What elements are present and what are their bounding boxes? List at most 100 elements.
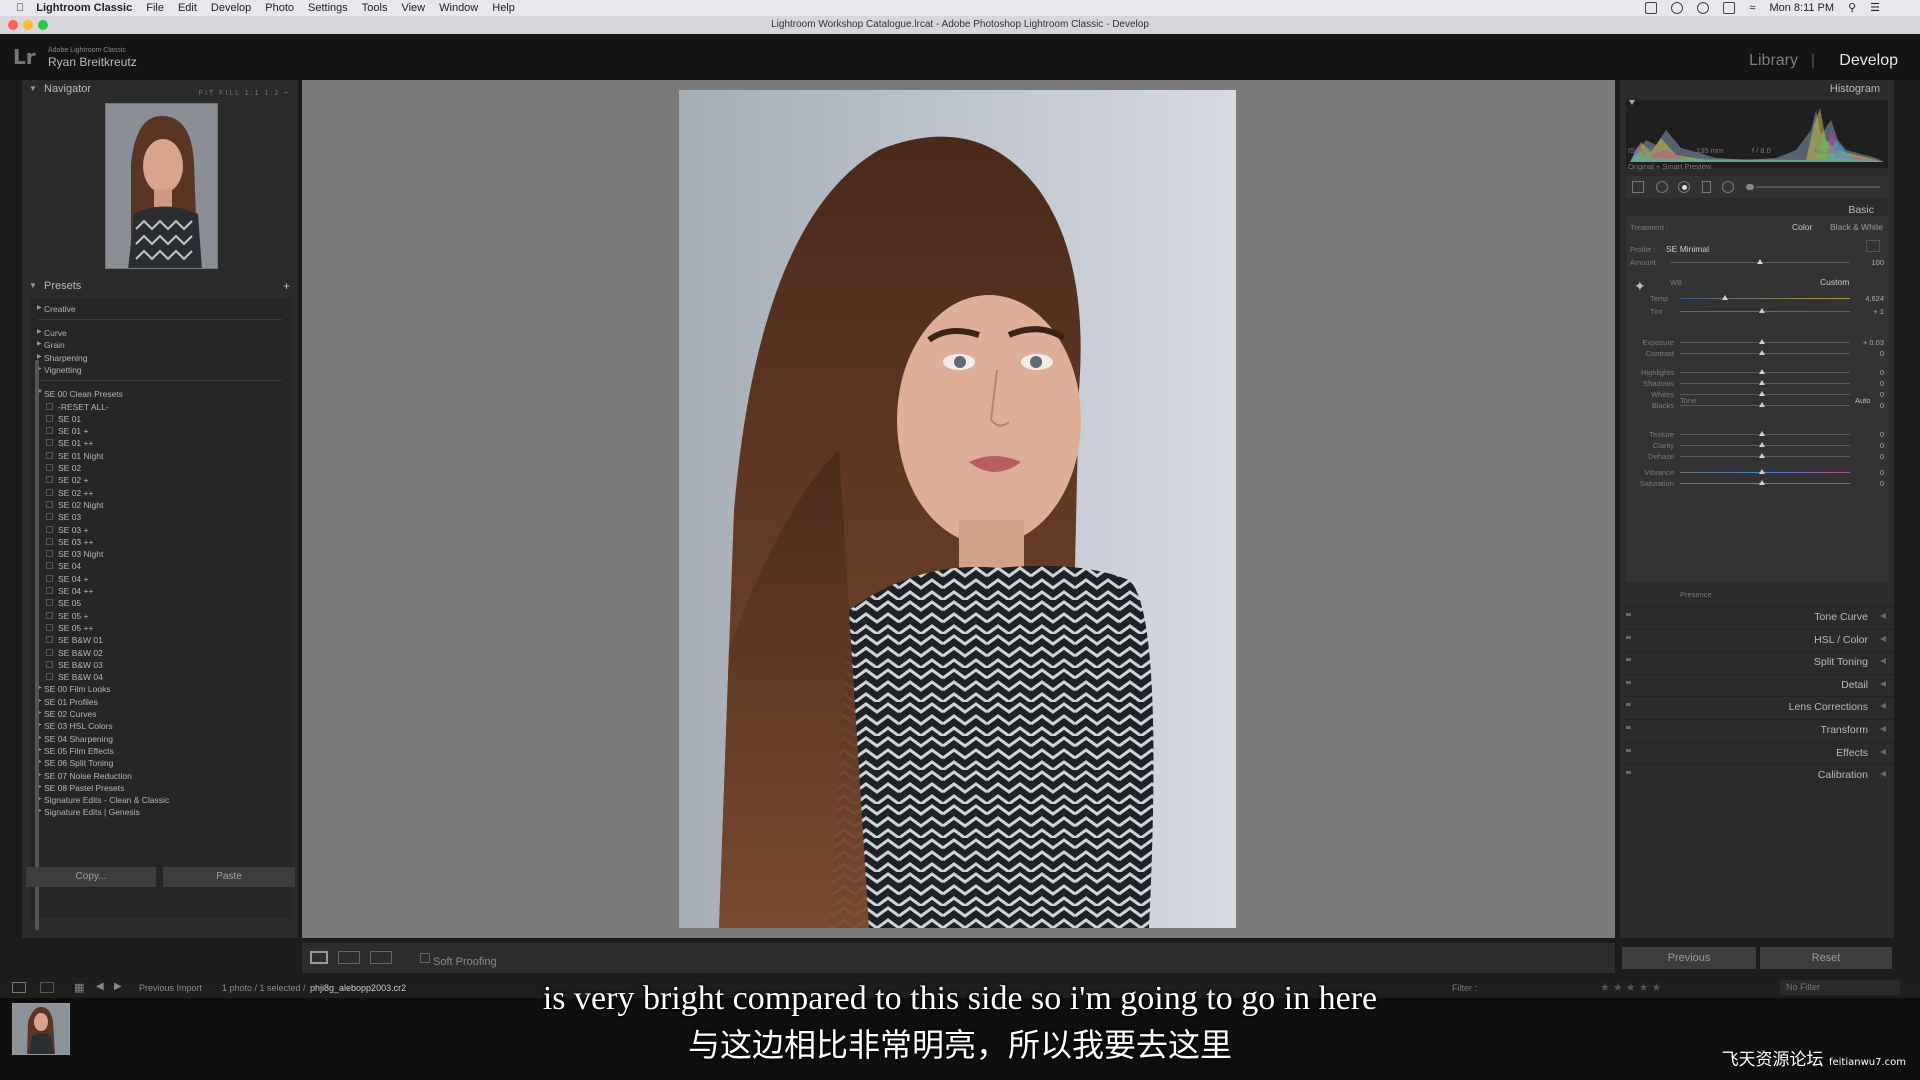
image-canvas[interactable] (302, 80, 1615, 938)
collapsed-icon[interactable]: ▶ (37, 328, 42, 335)
preset-item[interactable]: SE 05 ++ (46, 623, 93, 633)
vibrance-slider-knob[interactable] (1759, 469, 1765, 474)
preset-group[interactable]: ▶ SE 04 Sharpening (37, 734, 113, 744)
preset-item[interactable]: SE 04 (46, 561, 81, 571)
preset-group[interactable]: ▶ SE 03 HSL Colors (37, 721, 113, 731)
wb-select[interactable]: Custom (1820, 277, 1849, 287)
preset-item[interactable]: SE 02 + (46, 475, 88, 485)
blacks-slider[interactable] (1680, 405, 1850, 406)
panel-header[interactable]: Split Toning ◀ (1620, 651, 1894, 671)
exposure-slider[interactable] (1680, 342, 1850, 343)
brush-icon[interactable] (1746, 184, 1754, 190)
previous-button[interactable]: Previous (1622, 947, 1756, 969)
texture-slider[interactable] (1680, 434, 1850, 435)
search-icon[interactable]: ⚲ (1848, 1, 1856, 14)
collapsed-icon[interactable]: ▶ (37, 304, 42, 311)
menu-develop[interactable]: Develop (211, 2, 251, 14)
blacks-slider-knob[interactable] (1759, 402, 1765, 407)
dehaze-slider-knob[interactable] (1759, 453, 1765, 458)
texture-slider-knob[interactable] (1759, 431, 1765, 436)
temp-slider[interactable] (1680, 298, 1850, 299)
preset-item[interactable]: SE B&W 02 (46, 648, 103, 658)
panel-toggle-icon[interactable] (1626, 771, 1631, 775)
collapsed-icon[interactable]: ▶ (37, 353, 42, 360)
preset-item[interactable]: SE 03 Night (46, 549, 103, 559)
preset-item[interactable]: SE B&W 03 (46, 660, 103, 670)
contrast-slider-knob[interactable] (1759, 350, 1765, 355)
contrast-slider[interactable] (1680, 353, 1850, 354)
panel-toggle-icon[interactable] (1626, 635, 1631, 639)
preset-group[interactable]: ▶ SE 00 Film Looks (37, 684, 111, 694)
whites-slider[interactable] (1680, 394, 1850, 395)
before-after-icon[interactable] (370, 951, 392, 964)
menu-file[interactable]: File (146, 2, 164, 14)
main-photo[interactable] (679, 90, 1236, 928)
tint-slider-knob[interactable] (1759, 308, 1765, 313)
amount-value[interactable]: 100 (1871, 258, 1884, 267)
whites-value[interactable]: 0 (1880, 390, 1884, 399)
collapse-icon[interactable]: ▼ (29, 80, 37, 98)
preset-group[interactable]: ▶ Grain (37, 340, 65, 350)
crop-icon[interactable] (1632, 181, 1644, 193)
temp-slider-knob[interactable] (1722, 295, 1728, 300)
preset-item[interactable]: SE 01 ++ (46, 438, 93, 448)
shadows-value[interactable]: 0 (1880, 379, 1884, 388)
tool-slider[interactable] (1756, 186, 1880, 188)
highlights-value[interactable]: 0 (1880, 368, 1884, 377)
wb-eyedropper-icon[interactable]: ✦ (1634, 278, 1646, 295)
panel-toggle-icon[interactable] (1626, 703, 1631, 707)
menu-list-icon[interactable]: ☰ (1870, 1, 1880, 14)
basic-panel-title[interactable]: Basic (1848, 204, 1874, 216)
clarity-slider[interactable] (1680, 445, 1850, 446)
preset-item[interactable]: SE 02 Night (46, 500, 103, 510)
menu-settings[interactable]: Settings (308, 2, 348, 14)
panel-toggle-icon[interactable] (1626, 658, 1631, 662)
preset-group[interactable]: ▶ SE 06 Split Toning (37, 758, 113, 768)
preset-group[interactable]: ▶ Vignetting (37, 365, 82, 375)
preset-item[interactable]: SE 04 ++ (46, 586, 93, 596)
amount-slider-knob[interactable] (1757, 259, 1763, 264)
paste-settings-button[interactable]: Paste (163, 867, 295, 887)
apple-icon[interactable]:  (16, 2, 24, 14)
reset-button[interactable]: Reset (1760, 947, 1892, 969)
loupe-view-icon[interactable] (310, 951, 328, 964)
preset-item[interactable]: SE 02 (46, 463, 81, 473)
minimize-icon[interactable] (23, 20, 33, 30)
tint-slider[interactable] (1680, 311, 1850, 312)
shadows-slider-knob[interactable] (1759, 380, 1765, 385)
panel-header[interactable]: Tone Curve ◀ (1620, 606, 1894, 626)
highlights-slider-knob[interactable] (1759, 369, 1765, 374)
treatment-bw[interactable]: Black & White (1830, 222, 1883, 232)
saturation-value[interactable]: 0 (1880, 479, 1884, 488)
dehaze-slider[interactable] (1680, 456, 1850, 457)
panel-header[interactable]: Calibration ◀ (1620, 764, 1894, 784)
panel-toggle-icon[interactable] (1626, 613, 1631, 616)
shadows-slider[interactable] (1680, 383, 1850, 384)
preset-item[interactable]: SE 02 ++ (46, 488, 93, 498)
menu-app-name[interactable]: Lightroom Classic (36, 2, 132, 14)
panel-header[interactable]: Transform ◀ (1620, 719, 1894, 739)
spot-removal-icon[interactable] (1656, 181, 1668, 193)
preset-group[interactable]: ▶ Sharpening (37, 353, 87, 363)
menu-edit[interactable]: Edit (178, 2, 197, 14)
navigator-header[interactable]: ▼ Navigator FIT FILL 1:1 1:2 ÷ (22, 80, 298, 98)
menu-help[interactable]: Help (492, 2, 515, 14)
preset-group[interactable]: ▶ Signature Edits - Clean & Classic (37, 795, 169, 805)
vibrance-slider[interactable] (1680, 472, 1850, 473)
clarity-value[interactable]: 0 (1880, 441, 1884, 450)
preset-item[interactable]: SE 05 + (46, 611, 88, 621)
panel-header[interactable]: Lens Corrections ◀ (1620, 696, 1894, 716)
preset-item[interactable]: SE 04 + (46, 574, 88, 584)
menu-window[interactable]: Window (439, 2, 478, 14)
menu-photo[interactable]: Photo (265, 2, 294, 14)
preset-item[interactable]: SE 03 ++ (46, 537, 93, 547)
module-library[interactable]: Library (1749, 52, 1798, 70)
module-develop[interactable]: Develop (1839, 52, 1898, 70)
zoom-icon[interactable] (38, 20, 48, 30)
panel-header[interactable]: HSL / Color ◀ (1620, 628, 1894, 649)
navigator-preview[interactable] (105, 103, 218, 269)
status-icon[interactable] (1671, 1, 1684, 14)
soft-proofing-label[interactable]: Soft Proofing (433, 956, 497, 968)
vibrance-value[interactable]: 0 (1880, 468, 1884, 477)
clock[interactable]: Mon 8:11 PM (1769, 2, 1834, 14)
